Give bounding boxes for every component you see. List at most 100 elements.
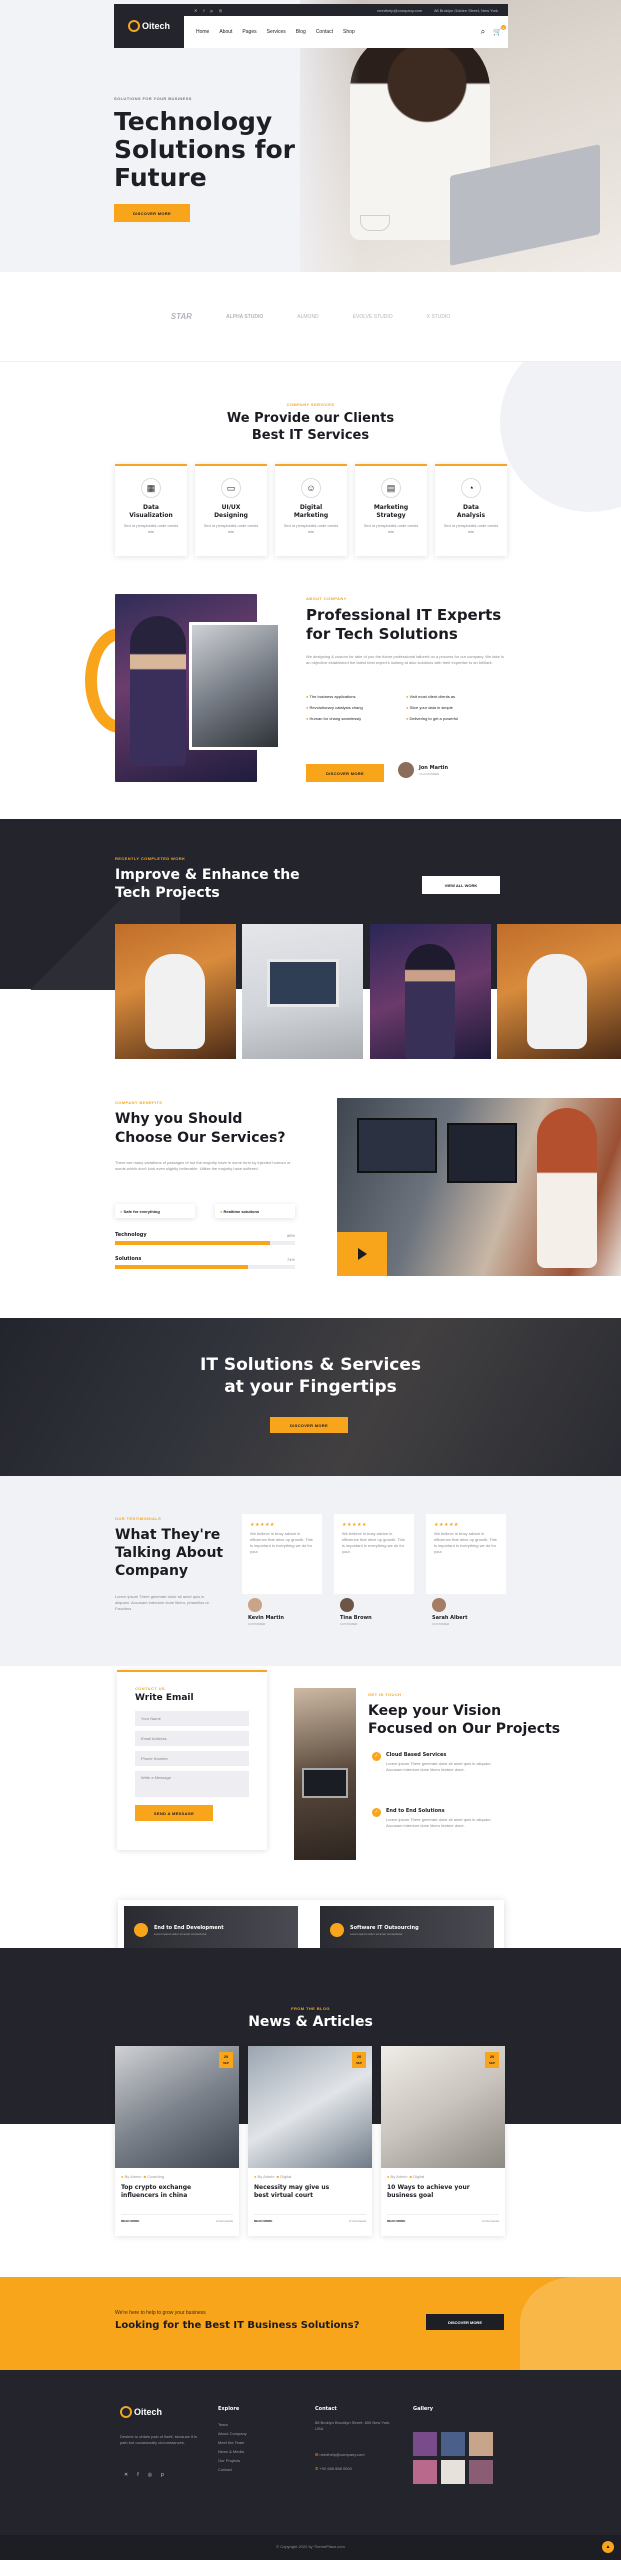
footer-explore-list: Team About Company Meet the Team News & … (218, 2420, 247, 2474)
nav-pages[interactable]: Pages (242, 29, 256, 35)
footer-phone[interactable]: ✆ +92 666 888 0000 (315, 2466, 352, 2472)
hero-discover-button[interactable]: DISCOVER MORE (114, 204, 190, 222)
pinterest-icon[interactable]: p (161, 2472, 164, 2478)
footer-email[interactable]: ✉ needhelp@company.com (315, 2452, 365, 2458)
avatar (432, 1598, 446, 1612)
read-more-link[interactable]: READ MORE (254, 2219, 272, 2223)
footer-logo[interactable]: Oitech (120, 2406, 162, 2418)
view-all-work-button[interactable]: VIEW ALL WORK (422, 876, 500, 894)
about-text: We designing & custom for take of you th… (306, 654, 504, 665)
service-title-4-line-1: Marketing (373, 504, 409, 511)
dev-card-1[interactable]: End to End Development Lorem ipsum dolor… (124, 1906, 298, 1954)
send-message-button[interactable]: SEND A MESSAGE (135, 1805, 213, 1821)
project-image-3[interactable] (370, 924, 491, 1059)
footer-link-6[interactable]: Contact (218, 2465, 247, 2474)
about-title-line-2: for Tech Solutions (306, 625, 458, 643)
news-headline-2[interactable]: Necessity may give us best virtual court (254, 2184, 366, 2200)
vision-title-line-2: Focused on Our Projects (368, 1721, 561, 1737)
testimonials-title: What They're Talking About Company (115, 1526, 223, 1580)
testimonial-name-3: Sarah Albert (432, 1615, 468, 1621)
hero-title-line-1: Technology (114, 107, 273, 136)
brand-logo-4: EVOLVE STUDIO (352, 313, 393, 320)
topbar-address: 88 Broklyn Golden Street, New York (434, 7, 498, 13)
gallery-thumb-2[interactable] (441, 2432, 465, 2456)
dev-card-2[interactable]: Software IT Outsourcing Lorem ipsum dolo… (320, 1906, 494, 1954)
about-image-secondary (189, 622, 281, 750)
news-image-1: 20 SEP (115, 2046, 239, 2168)
name-field[interactable]: Your Name (135, 1711, 249, 1726)
instagram-icon[interactable]: ◎ (219, 8, 223, 13)
testimonial-quote-3: We believe in busy advice in efficience … (434, 1531, 497, 1554)
scroll-to-top-button[interactable]: ▲ (602, 2541, 614, 2553)
read-more-link[interactable]: READ MORE (387, 2219, 405, 2223)
facebook-icon[interactable]: f (203, 8, 204, 13)
instagram-icon[interactable]: ◎ (148, 2472, 152, 2478)
service-card-4[interactable]: ▤ Marketing Strategy Sed ut perspiciatis … (355, 464, 427, 556)
nav-home[interactable]: Home (196, 29, 209, 35)
cta-discover-button[interactable]: DISCOVER MORE (270, 1417, 348, 1433)
service-title-3: Digital Marketing (275, 504, 347, 520)
phone-field[interactable]: Phone Number (135, 1751, 249, 1766)
testimonial-name-1: Kevin Martin (248, 1615, 284, 1621)
progress-value-2: 74% (286, 1257, 295, 1262)
nav-blog[interactable]: Blog (296, 29, 306, 35)
footer-link-4[interactable]: News & Media (218, 2447, 247, 2456)
message-field[interactable]: Write a Message (135, 1771, 249, 1797)
main-nav: Home About Pages Services Blog Contact S… (196, 29, 355, 35)
news-headline-2-line-2: best virtual court (254, 2192, 313, 2199)
footer-link-1[interactable]: Team (218, 2420, 247, 2429)
footer-link-3[interactable]: Meet the Team (218, 2438, 247, 2447)
news-card-2[interactable]: 20 SEP ● By Admin ■ Digital Necessity may… (248, 2046, 372, 2236)
nav-services[interactable]: Services (267, 29, 286, 35)
gallery-thumb-5[interactable] (441, 2460, 465, 2484)
news-headline-1[interactable]: Top crypto exchange influencers in china (121, 2184, 233, 2200)
facebook-icon[interactable]: f (137, 2472, 138, 2478)
nav-about[interactable]: About (219, 29, 232, 35)
project-image-2[interactable] (242, 924, 363, 1059)
gallery-thumb-3[interactable] (469, 2432, 493, 2456)
project-image-4[interactable] (497, 924, 621, 1059)
rating-stars: ★★★★★ (434, 1522, 459, 1528)
gallery-thumb-4[interactable] (413, 2460, 437, 2484)
dev-card-2-text: Lorem ipsum dolor sit amet consectetur (350, 1931, 403, 1936)
avatar (398, 762, 414, 778)
search-icon[interactable]: ⌕ (481, 27, 485, 37)
service-card-3[interactable]: ☺ Digital Marketing Sed ut perspiciatis u… (275, 464, 347, 556)
news-card-3[interactable]: 20 SEP ● By Admin ■ Digital 10 Ways to ac… (381, 2046, 505, 2236)
services-title-line-1: We Provide our Clients (226, 411, 395, 426)
help-small-text: We're here to help to grow your business (115, 2310, 206, 2316)
gallery-thumb-6[interactable] (469, 2460, 493, 2484)
testimonial-card-1: ★★★★★ We believe in busy advice in effic… (242, 1514, 322, 1594)
email-field[interactable]: Email Address (135, 1731, 249, 1746)
help-discover-button[interactable]: DISCOVER MORE (426, 2314, 504, 2330)
footer-link-2[interactable]: About Company (218, 2429, 247, 2438)
service-card-5[interactable]: ◔ Data Analysis Sed ut perspiciatis unde … (435, 464, 507, 556)
gallery-thumb-1[interactable] (413, 2432, 437, 2456)
cta-title: IT Solutions & Services at your Fingerti… (0, 1354, 621, 1398)
progress-track-1 (115, 1241, 295, 1245)
video-play-button[interactable] (337, 1232, 387, 1276)
footer-link-5[interactable]: Our Projects (218, 2456, 247, 2465)
nav-shop[interactable]: Shop (343, 29, 355, 35)
news-headline-3[interactable]: 10 Ways to achieve your business goal (387, 2184, 499, 2200)
about-tag: ABOUT COMPANY (306, 596, 347, 601)
progress-label-2: Solutions (115, 1256, 142, 1262)
why-pill-2-label: Realtime solutions (223, 1208, 260, 1214)
twitter-icon[interactable]: ✕ (194, 8, 197, 13)
testimonial-role-3: CUSTOMER (432, 1622, 450, 1626)
nav-contact[interactable]: Contact (316, 29, 333, 35)
service-text-5: Sed ut perspiciatis unde omnis iste (443, 523, 499, 534)
topbar-email[interactable]: needhelp@company.com (377, 8, 422, 13)
about-person (130, 616, 186, 766)
news-card-1[interactable]: 20 SEP ● By Admin ■ Coaching Top crypto e… (115, 2046, 239, 2236)
logo-box[interactable]: Oitech (114, 4, 184, 48)
cart-icon[interactable]: 🛒 0 (493, 25, 506, 36)
project-image-1[interactable] (115, 924, 236, 1059)
about-discover-button[interactable]: DISCOVER MORE (306, 764, 384, 782)
read-more-link[interactable]: READ MORE (121, 2219, 139, 2223)
twitter-icon[interactable]: ✕ (124, 2472, 128, 2478)
service-card-1[interactable]: ▦ Data Visualization Sed ut perspiciatis … (115, 464, 187, 556)
service-title-1-line-1: Data (143, 504, 159, 511)
pinterest-icon[interactable]: p (210, 8, 212, 13)
service-card-2[interactable]: ▭ UI/UX Designing Sed ut perspiciatis und… (195, 464, 267, 556)
